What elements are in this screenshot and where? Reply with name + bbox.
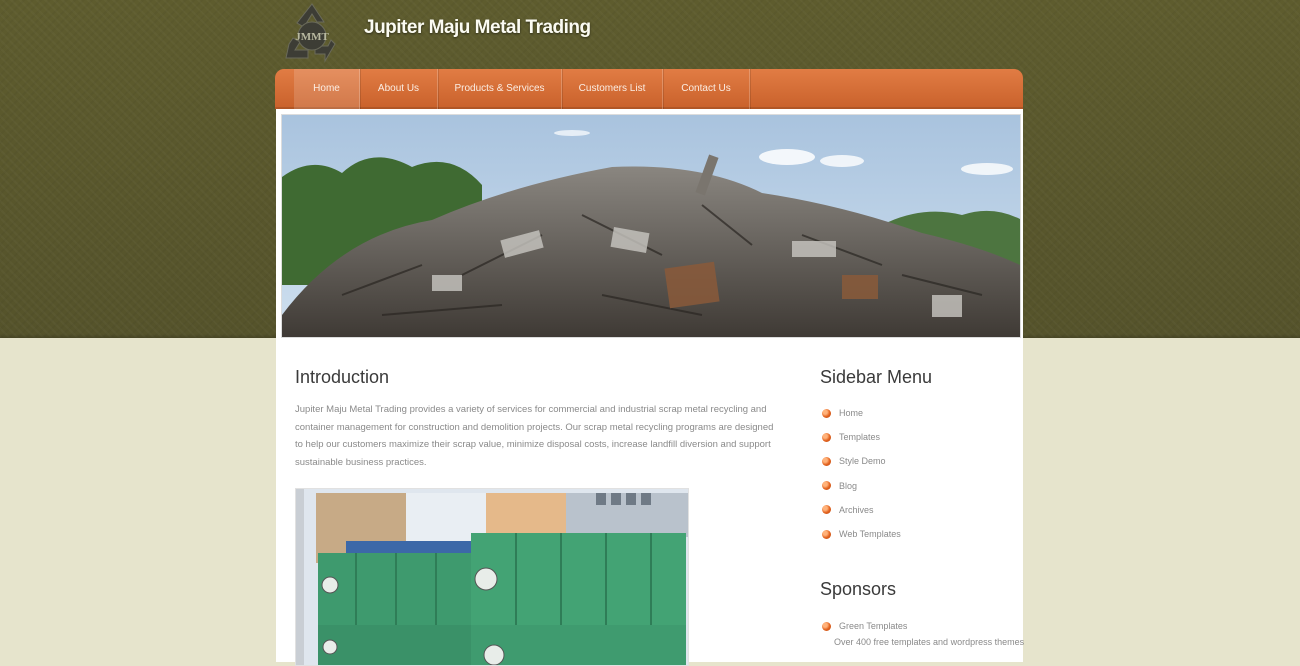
sidebar-item-archives[interactable]: Archives [822, 498, 901, 522]
bullet-icon [822, 481, 831, 491]
introduction-heading: Introduction [295, 367, 390, 387]
sidebar-item-label: Templates [839, 432, 881, 443]
nav-products-services[interactable]: Products & Services [438, 69, 562, 109]
main-navigation: Home About Us Products & Services Custom… [275, 69, 1023, 109]
green-containers-photo [295, 488, 689, 666]
sidebar-item-label: Home [839, 408, 864, 419]
sponsor-name: Green Templates [839, 621, 908, 631]
sidebar-item-label: Archives [839, 504, 874, 515]
sidebar-menu-heading: Sidebar Menu [820, 367, 933, 387]
bullet-icon [822, 432, 831, 442]
sponsor-entry: Green Templates Over 400 free templates … [822, 618, 1024, 650]
sidebar-item-web-templates[interactable]: Web Templates [822, 522, 901, 546]
bullet-icon [822, 621, 831, 631]
nav-home[interactable]: Home [294, 69, 360, 109]
recycle-logo-icon[interactable]: JMMT [279, 0, 345, 64]
nav-about-us[interactable]: About Us [360, 69, 438, 109]
sidebar-menu: Home Templates Style Demo Blog Archives … [822, 401, 901, 546]
sidebar-item-label: Style Demo [839, 456, 886, 467]
sidebar-item-templates[interactable]: Templates [822, 425, 901, 449]
introduction-text: Jupiter Maju Metal Trading provides a va… [295, 404, 774, 468]
bullet-icon [822, 505, 831, 515]
bullet-icon [822, 456, 831, 466]
sidebar-item-home[interactable]: Home [822, 401, 901, 425]
logo-text: JMMT [295, 31, 329, 43]
sponsors-heading: Sponsors [820, 579, 897, 599]
site-title[interactable]: Jupiter Maju Metal Trading [364, 17, 591, 39]
nav-contact-us[interactable]: Contact Us [663, 69, 750, 109]
hero-scrap-metal-image [281, 114, 1021, 338]
bullet-icon [822, 529, 831, 539]
sidebar-item-style-demo[interactable]: Style Demo [822, 449, 901, 473]
sponsor-link[interactable]: Green Templates [822, 618, 1024, 634]
sidebar-item-label: Blog [839, 480, 858, 491]
sidebar-item-label: Web Templates [839, 529, 901, 540]
nav-customers-list[interactable]: Customers List [562, 69, 663, 109]
bullet-icon [822, 408, 831, 418]
sponsor-description: Over 400 free templates and wordpress th… [834, 637, 1025, 647]
sidebar-item-blog[interactable]: Blog [822, 474, 901, 498]
